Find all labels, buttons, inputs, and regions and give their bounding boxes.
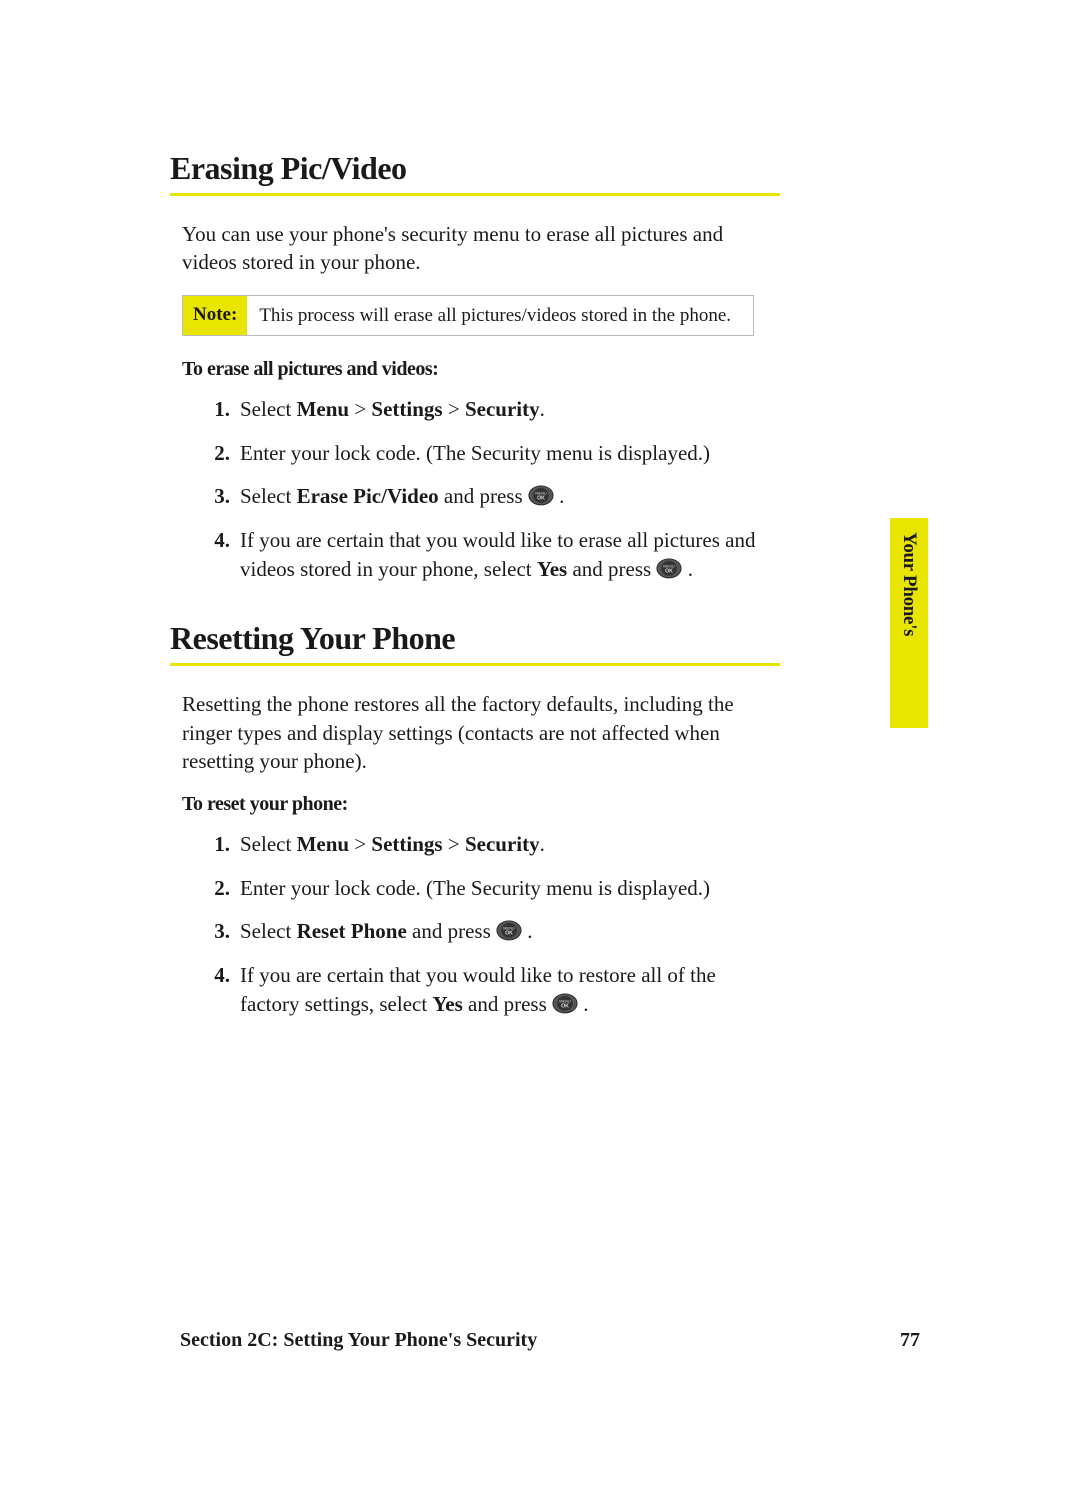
reset-instr-title: To reset your phone: — [182, 793, 770, 816]
note-text: This process will erase all pictures/vid… — [247, 296, 753, 336]
step-text: Select — [240, 397, 297, 421]
separator: > — [349, 832, 371, 856]
side-tab: Your Phone's — [890, 518, 928, 728]
step-text: Select — [240, 484, 297, 508]
menu-path: Settings — [371, 397, 442, 421]
list-item: Select Erase Pic/Video and press MENUOK … — [212, 482, 770, 511]
heading-rule — [170, 193, 780, 196]
bold-text: Yes — [537, 557, 567, 581]
step-text: Select — [240, 919, 297, 943]
list-item: Select Reset Phone and press MENUOK . — [212, 917, 770, 946]
document-page: Erasing Pic/Video You can use your phone… — [0, 0, 1080, 1512]
bold-text: Reset Phone — [297, 919, 407, 943]
step-text: and press — [567, 557, 656, 581]
svg-text:MENU: MENU — [559, 999, 571, 1004]
menu-path: Security — [465, 832, 540, 856]
bold-text: Erase Pic/Video — [297, 484, 439, 508]
list-item: Enter your lock code. (The Security menu… — [212, 439, 770, 468]
step-text: and press — [463, 992, 552, 1016]
page-footer: Section 2C: Setting Your Phone's Securit… — [180, 1329, 920, 1352]
side-tab-label: Your Phone's — [898, 532, 920, 636]
menu-path: Settings — [371, 832, 442, 856]
separator: > — [443, 832, 465, 856]
svg-text:OK: OK — [666, 569, 674, 575]
reset-steps: Select Menu > Settings > Security. Enter… — [170, 830, 770, 1019]
erase-steps: Select Menu > Settings > Security. Enter… — [170, 395, 770, 584]
list-item: Select Menu > Settings > Security. — [212, 830, 770, 859]
ok-button-icon: MENUOK — [496, 920, 522, 942]
list-item: If you are certain that you would like t… — [212, 961, 770, 1020]
separator: > — [349, 397, 371, 421]
note-box: Note: This process will erase all pictur… — [182, 295, 754, 337]
ok-button-icon: MENUOK — [656, 558, 682, 580]
ok-button-icon: MENUOK — [552, 993, 578, 1015]
menu-path: Menu — [297, 832, 350, 856]
svg-text:MENU: MENU — [503, 926, 515, 931]
step-text: and press — [439, 484, 528, 508]
separator: > — [443, 397, 465, 421]
erase-intro: You can use your phone's security menu t… — [170, 220, 770, 277]
list-item: Select Menu > Settings > Security. — [212, 395, 770, 424]
reset-intro: Resetting the phone restores all the fac… — [170, 690, 770, 775]
svg-text:MENU: MENU — [664, 564, 676, 569]
heading-resetting: Resetting Your Phone — [170, 620, 770, 657]
list-item: If you are certain that you would like t… — [212, 526, 770, 585]
bold-text: Yes — [432, 992, 462, 1016]
menu-path: Menu — [297, 397, 350, 421]
footer-section: Section 2C: Setting Your Phone's Securit… — [180, 1329, 537, 1352]
erase-instr-title: To erase all pictures and videos: — [182, 358, 770, 381]
step-text: and press — [407, 919, 496, 943]
footer-page-number: 77 — [900, 1329, 920, 1352]
main-content: Erasing Pic/Video You can use your phone… — [170, 150, 770, 1019]
heading-erasing: Erasing Pic/Video — [170, 150, 770, 187]
svg-text:MENU: MENU — [535, 491, 547, 496]
svg-text:OK: OK — [537, 496, 545, 502]
menu-path: Security — [465, 397, 540, 421]
step-text: Select — [240, 832, 297, 856]
note-label: Note: — [183, 296, 247, 336]
ok-button-icon: MENUOK — [528, 485, 554, 507]
list-item: Enter your lock code. (The Security menu… — [212, 874, 770, 903]
heading-rule — [170, 663, 780, 666]
svg-text:OK: OK — [505, 931, 513, 937]
svg-text:OK: OK — [561, 1004, 569, 1010]
